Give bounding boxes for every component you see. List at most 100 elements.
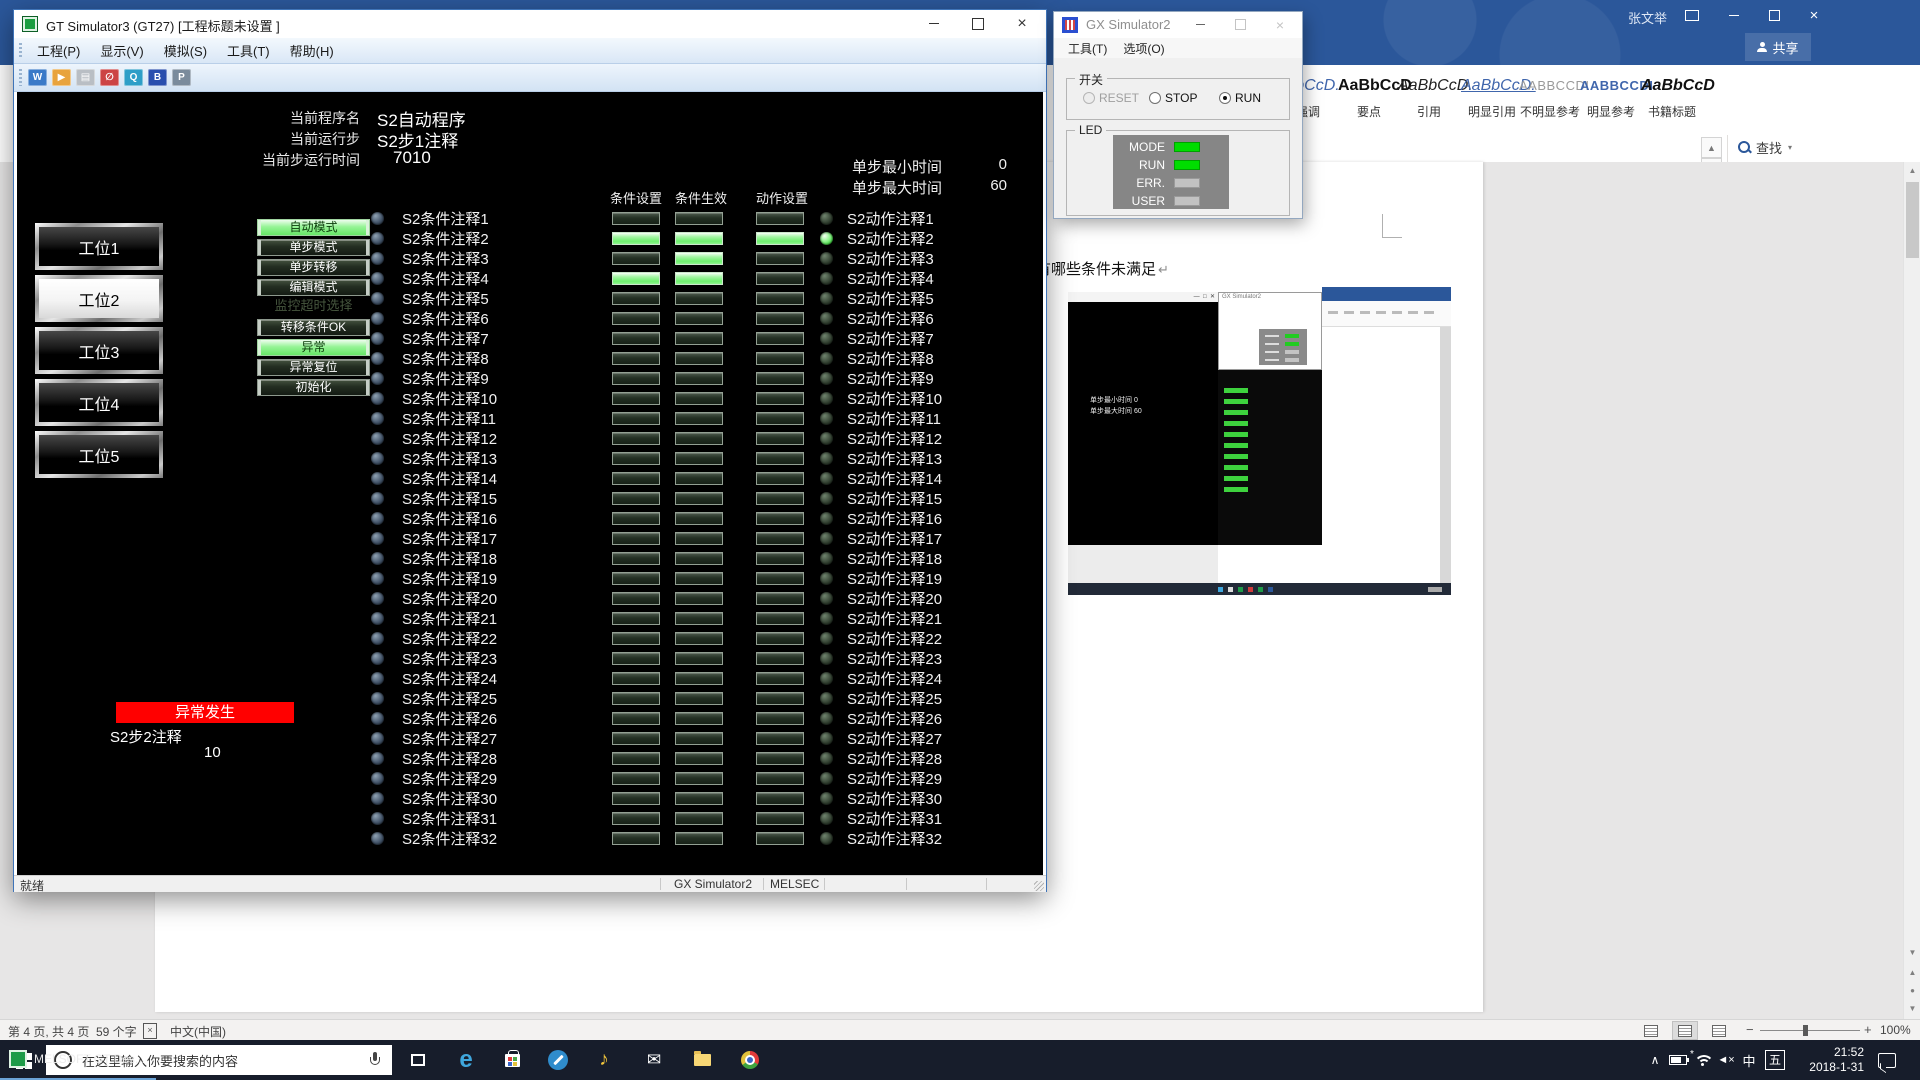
zoom-in-icon[interactable]: + <box>1864 1022 1872 1037</box>
embedded-screenshot-image[interactable]: — □ ✕ 单步最小时间 0 单步最大时间 60 GX Simulator2 <box>1068 287 1451 597</box>
style-gallery-item[interactable]: AaBbCcD要点 <box>1338 73 1400 127</box>
ribbon-display-options-icon[interactable] <box>1674 2 1710 28</box>
word-close-button[interactable]: × <box>1796 2 1832 28</box>
station-button-2[interactable]: 工位2 <box>35 275 163 322</box>
mode-button[interactable]: 异常 <box>257 339 370 356</box>
document-text-line[interactable]: 有哪些条件未满足↵ <box>1036 258 1169 279</box>
left-led-indicator <box>371 272 384 285</box>
mode-button[interactable]: 监控超时选择 <box>246 299 381 316</box>
style-sample: AaBbCcD <box>1641 73 1703 99</box>
scrollbar-thumb[interactable] <box>1906 182 1919 258</box>
style-gallery-item[interactable]: AaBbCcD书籍标题 <box>1641 73 1703 127</box>
gx-minimize-button[interactable] <box>1180 12 1220 37</box>
action-led-indicator <box>820 432 833 445</box>
ime-mode-indicator[interactable]: 中 <box>1738 1040 1760 1080</box>
zoom-out-icon[interactable]: − <box>1746 1022 1754 1037</box>
condition-action-row: S2条件注释23S2动作注释23 <box>368 650 958 668</box>
transfer-icon[interactable]: B <box>148 69 167 86</box>
stop-simulation-icon[interactable]: ∅ <box>100 69 119 86</box>
gt-status-plc-type: MELSEC <box>770 877 819 891</box>
mode-button[interactable]: 单步转移 <box>257 259 370 276</box>
action-led-indicator <box>820 372 833 385</box>
volume-muted-icon[interactable]: ◄× <box>1714 1040 1738 1080</box>
taskbar-button-gt-designer[interactable]: MELSOFT GT Des... <box>0 1040 156 1080</box>
mode-button[interactable]: 单步模式 <box>257 239 370 256</box>
station-button-1[interactable]: 工位1 <box>35 223 163 270</box>
gt-menu-item[interactable]: 工具(T) <box>218 38 279 63</box>
share-button[interactable]: 共享 <box>1745 33 1811 61</box>
gt-menu-item[interactable]: 帮助(H) <box>281 38 343 63</box>
action-led-indicator <box>820 312 833 325</box>
mode-button[interactable]: 初始化 <box>257 379 370 396</box>
style-gallery-item[interactable]: AaBbCcD.引用 <box>1398 73 1460 127</box>
device-monitor-icon[interactable]: Q <box>124 69 143 86</box>
read-mode-icon[interactable] <box>1638 1021 1664 1040</box>
zoom-level[interactable]: 100% <box>1880 1023 1911 1037</box>
style-gallery-item[interactable]: AaBbCcD.明显引用 <box>1461 73 1523 127</box>
gt-minimize-button[interactable] <box>912 10 956 37</box>
zoom-slider-track[interactable] <box>1760 1030 1860 1031</box>
action-set-indicator <box>756 712 804 725</box>
action-label: S2动作注释18 <box>847 550 942 569</box>
gx-title-bar[interactable]: GX Simulator2 × <box>1054 12 1302 38</box>
gt-menu-item[interactable]: 工程(P) <box>28 38 89 63</box>
word-restore-button[interactable] <box>1756 2 1792 28</box>
print-layout-icon[interactable] <box>1672 1021 1698 1040</box>
condition-action-row: S2条件注释18S2动作注释18 <box>368 550 958 568</box>
style-gallery-item[interactable]: AABBCCDI不明显参考 <box>1519 73 1581 127</box>
previous-page-icon[interactable]: ▲ <box>1904 964 1920 981</box>
gx-maximize-button[interactable] <box>1220 12 1260 37</box>
station-button-5[interactable]: 工位5 <box>35 431 163 478</box>
save-project-icon[interactable]: ▶ <box>52 69 71 86</box>
style-gallery-item[interactable]: AABBCCDI明显参考 <box>1580 73 1642 127</box>
gt-maximize-button[interactable] <box>956 10 1000 37</box>
gt-title-bar[interactable]: GT Simulator3 (GT27) [工程标题未设置 ] × <box>14 10 1046 38</box>
mode-button[interactable]: 自动模式 <box>257 219 370 236</box>
option-icon[interactable]: P <box>172 69 191 86</box>
gx-menu-options[interactable]: 选项(O) <box>1117 38 1170 59</box>
mode-button[interactable]: 异常复位 <box>257 359 370 376</box>
gx-menu-tools[interactable]: 工具(T) <box>1062 38 1113 59</box>
resize-grip[interactable] <box>1034 881 1044 891</box>
mode-button[interactable]: 编辑模式 <box>257 279 370 296</box>
condition-label: S2条件注释31 <box>402 810 497 829</box>
clock[interactable]: 21:52 2018-1-31 <box>1792 1040 1864 1080</box>
gx-close-button[interactable]: × <box>1260 12 1300 37</box>
word-count[interactable]: 59 个字 <box>96 1023 137 1040</box>
find-button[interactable]: 查找 ▾ <box>1738 137 1792 157</box>
hidden-icons-chevron[interactable]: ∧ <box>1645 1040 1665 1080</box>
word-vertical-scrollbar[interactable]: ▲ ▼ ▲ ● ▼ <box>1903 162 1920 1019</box>
scroll-down-icon[interactable]: ▼ <box>1904 944 1920 961</box>
action-center-icon[interactable] <box>1872 1040 1902 1080</box>
condition-action-row: S2条件注释14S2动作注释14 <box>368 470 958 488</box>
gallery-scroll-up-icon[interactable]: ▲ <box>1701 137 1722 158</box>
person-icon <box>1757 42 1767 52</box>
zoom-slider-thumb[interactable] <box>1803 1025 1808 1036</box>
battery-icon[interactable] <box>1666 1040 1690 1080</box>
open-project-icon[interactable]: W <box>28 69 47 86</box>
proofing-icon[interactable]: × <box>143 1023 157 1039</box>
left-led-indicator <box>371 472 384 485</box>
word-minimize-button[interactable] <box>1716 2 1752 28</box>
next-page-icon[interactable]: ▼ <box>1904 1000 1920 1017</box>
radio-stop[interactable]: STOP <box>1149 91 1197 105</box>
search-icon <box>1738 141 1750 153</box>
mode-button[interactable]: 转移条件OK <box>257 319 370 336</box>
action-set-indicator <box>756 212 804 225</box>
gt-close-button[interactable]: × <box>1000 10 1044 37</box>
gt-menu-item[interactable]: 模拟(S) <box>155 38 216 63</box>
station-button-4[interactable]: 工位4 <box>35 379 163 426</box>
select-browse-object-icon[interactable]: ● <box>1904 982 1920 999</box>
action-label: S2动作注释31 <box>847 810 942 829</box>
page-indicator[interactable]: 第 4 页, 共 4 页 <box>8 1023 89 1040</box>
wifi-icon[interactable]: * <box>1690 1040 1714 1080</box>
station-button-3[interactable]: 工位3 <box>35 327 163 374</box>
ime-layout-indicator[interactable]: 五 <box>1762 1040 1788 1080</box>
scroll-up-icon[interactable]: ▲ <box>1904 162 1920 179</box>
web-layout-icon[interactable] <box>1706 1021 1732 1040</box>
radio-run[interactable]: RUN <box>1219 91 1261 105</box>
language-indicator[interactable]: 中文(中国) <box>170 1023 226 1040</box>
print-icon[interactable]: ▤ <box>76 69 95 86</box>
gt-menu-item[interactable]: 显示(V) <box>91 38 152 63</box>
radio-reset[interactable]: RESET <box>1083 91 1139 105</box>
